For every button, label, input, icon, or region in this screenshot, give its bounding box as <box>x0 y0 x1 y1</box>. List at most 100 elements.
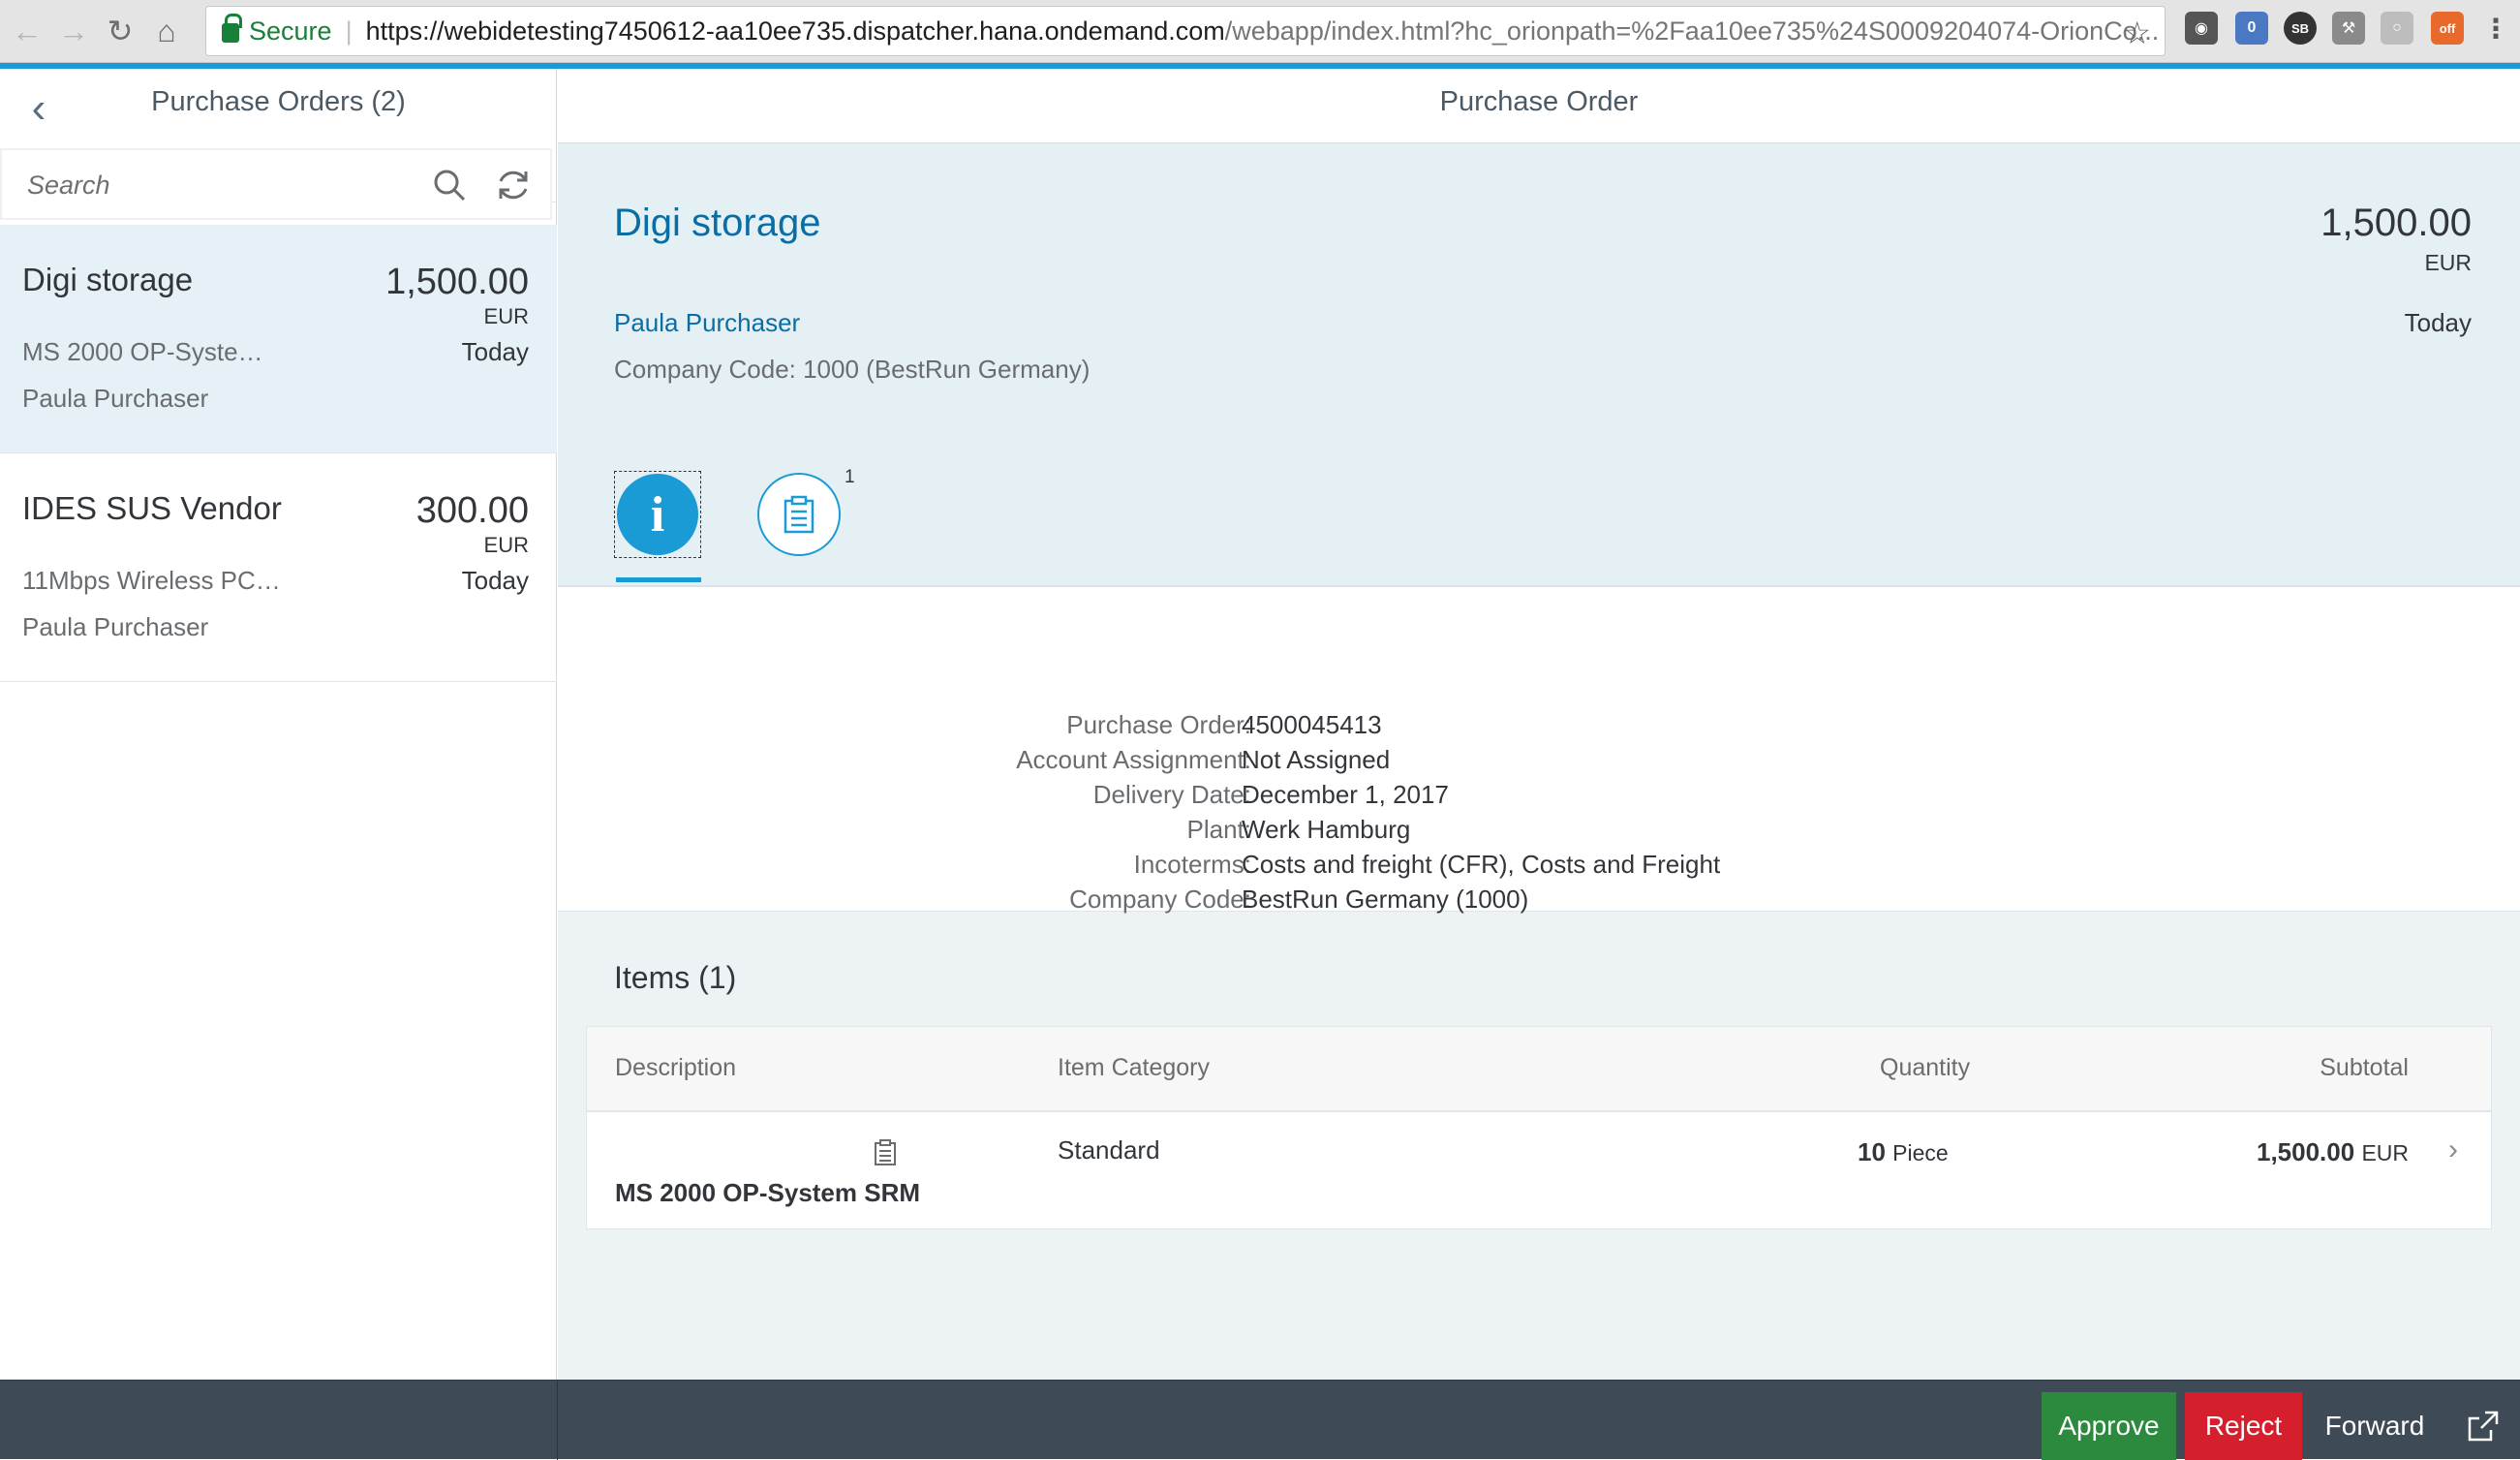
info-value: Not Assigned <box>1242 745 1391 774</box>
extension-circle-icon[interactable]: ○ <box>2381 12 2413 45</box>
object-company-code: Company Code: 1000 (BestRun Germany) <box>614 355 1091 384</box>
info-label: Company Code: <box>1069 885 1251 914</box>
info-label: Account Assignment: <box>1016 745 1251 774</box>
info-label: Purchase Order: <box>1066 710 1251 739</box>
tab-selected-indicator <box>616 577 701 582</box>
item-quantity: 10 Piece <box>1858 1137 1949 1167</box>
share-button[interactable] <box>2458 1392 2508 1460</box>
master-pane: ‹ Purchase Orders (2) Digi storage 1,500… <box>0 69 557 1459</box>
search-input[interactable] <box>25 162 393 208</box>
bookmark-star-icon[interactable]: ☆ <box>2123 15 2151 51</box>
info-row: Account Assignment: Not Assigned <box>558 745 2520 780</box>
url-host: https://webidetesting7450612-aa10ee735.d… <box>365 16 1225 46</box>
list-item-amount: 1,500.00 <box>385 262 529 302</box>
extension-off-label: off <box>2439 20 2456 36</box>
address-bar[interactable]: Secure | https://webidetesting7450612-aa… <box>205 6 2166 56</box>
info-value: December 1, 2017 <box>1242 780 1449 809</box>
notes-icon <box>784 495 814 534</box>
info-row: Plant: Werk Hamburg <box>558 815 2520 850</box>
detail-page-title: Purchase Order <box>558 69 2520 143</box>
browser-menu-icon[interactable]: ⋮ <box>2479 12 2512 45</box>
info-row: Delivery Date: December 1, 2017 <box>558 780 2520 815</box>
footer-divider <box>557 1381 558 1460</box>
item-quantity-value: 10 <box>1858 1137 1886 1166</box>
list-item-description: 11Mbps Wireless PC… <box>22 566 281 595</box>
lock-icon <box>222 14 242 43</box>
info-value: 4500045413 <box>1242 710 1382 739</box>
url-path: /webapp/index.html?hc_orionpath=%2Faa10e… <box>1224 16 2160 46</box>
info-value: Werk Hamburg <box>1242 815 1411 844</box>
share-icon <box>2468 1411 2499 1442</box>
tab-notes[interactable] <box>757 473 841 556</box>
extension-sb-label: SB <box>2290 20 2310 36</box>
list-item-buyer: Paula Purchaser <box>22 384 209 413</box>
item-subtotal-value: 1,500.00 <box>2256 1137 2355 1166</box>
info-row: Incoterms: Costs and freight (CFR), Costs… <box>558 850 2520 885</box>
extension-badge-icon[interactable]: 0 <box>2235 12 2268 45</box>
info-row: Purchase Order: 4500045413 <box>558 710 2520 745</box>
extension-wrench-icon[interactable]: ⚒ <box>2332 12 2365 45</box>
info-form: Purchase Order: 4500045413 Account Assign… <box>558 587 2520 914</box>
list-item-amount: 300.00 <box>415 490 529 531</box>
list-item[interactable]: IDES SUS Vendor 300.00 EUR 11Mbps Wirele… <box>0 453 557 682</box>
table-header: Description Item Category Quantity Subto… <box>587 1027 2491 1112</box>
master-title: Purchase Orders (2) <box>151 86 406 117</box>
url-separator: | <box>345 16 353 46</box>
list-item[interactable]: Digi storage 1,500.00 EUR MS 2000 OP-Sys… <box>0 225 557 453</box>
items-table: Description Item Category Quantity Subto… <box>586 1026 2492 1229</box>
forward-button[interactable]: Forward <box>2310 1392 2440 1460</box>
info-value: BestRun Germany (1000) <box>1242 885 1529 914</box>
info-icon: i <box>617 474 698 555</box>
reload-icon[interactable]: ↻ <box>101 12 139 50</box>
item-subtotal: 1,500.00 EUR <box>2257 1137 2409 1167</box>
object-currency: EUR <box>2424 250 2472 275</box>
list-item-buyer: Paula Purchaser <box>22 612 209 641</box>
list-item-title: Digi storage <box>22 262 194 297</box>
home-icon[interactable]: ⌂ <box>147 12 186 50</box>
item-quantity-unit: Piece <box>1892 1140 1949 1165</box>
list-item-date: Today <box>461 337 529 366</box>
notes-icon <box>875 1139 896 1165</box>
item-category: Standard <box>1058 1135 1160 1165</box>
footer-toolbar: Approve Reject Forward <box>0 1380 2520 1460</box>
table-row[interactable]: MS 2000 OP-System SRM Standard 10 Piece … <box>587 1112 2491 1230</box>
info-label: Incoterms: <box>1133 850 1251 879</box>
forward-arrow-icon[interactable]: → <box>54 12 93 50</box>
refresh-icon[interactable] <box>494 166 533 204</box>
object-amount: 1,500.00 <box>2320 202 2472 244</box>
extension-off-icon[interactable]: off <box>2431 12 2464 45</box>
back-arrow-icon[interactable]: ← <box>8 12 46 50</box>
browser-toolbar: ← → ↻ ⌂ Secure | https://webidetesting74… <box>0 0 2520 63</box>
list-item-currency: EUR <box>483 533 529 557</box>
column-header-category: Item Category <box>1058 1054 1211 1081</box>
extension-sb-icon[interactable]: SB <box>2284 12 2317 45</box>
item-description: MS 2000 OP-System SRM <box>615 1178 921 1207</box>
object-buyer-link[interactable]: Paula Purchaser <box>614 308 800 338</box>
approve-button[interactable]: Approve <box>2042 1392 2176 1460</box>
list-item-title: IDES SUS Vendor <box>22 490 282 526</box>
column-header-description: Description <box>615 1054 737 1081</box>
list-item-date: Today <box>461 566 529 595</box>
list-item-description: MS 2000 OP-Syste… <box>22 337 263 366</box>
info-row: Company Code: BestRun Germany (1000) <box>558 885 2520 919</box>
reject-button[interactable]: Reject <box>2185 1392 2302 1460</box>
extension-badge-count: 0 <box>2247 19 2257 36</box>
item-subtotal-currency: EUR <box>2361 1140 2409 1165</box>
items-title: Items (1) <box>614 960 737 995</box>
object-title: Digi storage <box>614 202 821 244</box>
list-item-currency: EUR <box>483 304 529 328</box>
object-header: Digi storage 1,500.00 EUR Paula Purchase… <box>558 143 2520 587</box>
detail-pane: Purchase Order Digi storage 1,500.00 EUR… <box>558 69 2520 1382</box>
search-icon[interactable] <box>430 166 469 204</box>
column-header-quantity: Quantity <box>1880 1054 1971 1081</box>
column-header-subtotal: Subtotal <box>2320 1054 2409 1081</box>
object-date: Today <box>2404 308 2472 337</box>
info-label: Delivery Date: <box>1092 780 1251 809</box>
info-value: Costs and freight (CFR), Costs and Freig… <box>1242 850 1721 879</box>
search-bar <box>0 148 552 220</box>
tab-information[interactable]: i <box>614 471 701 558</box>
tab-notes-count: 1 <box>845 467 855 487</box>
extension-glasses-icon[interactable]: ◉ <box>2185 12 2218 45</box>
chevron-right-icon[interactable]: › <box>2448 1134 2458 1166</box>
secure-label: Secure <box>249 16 332 46</box>
